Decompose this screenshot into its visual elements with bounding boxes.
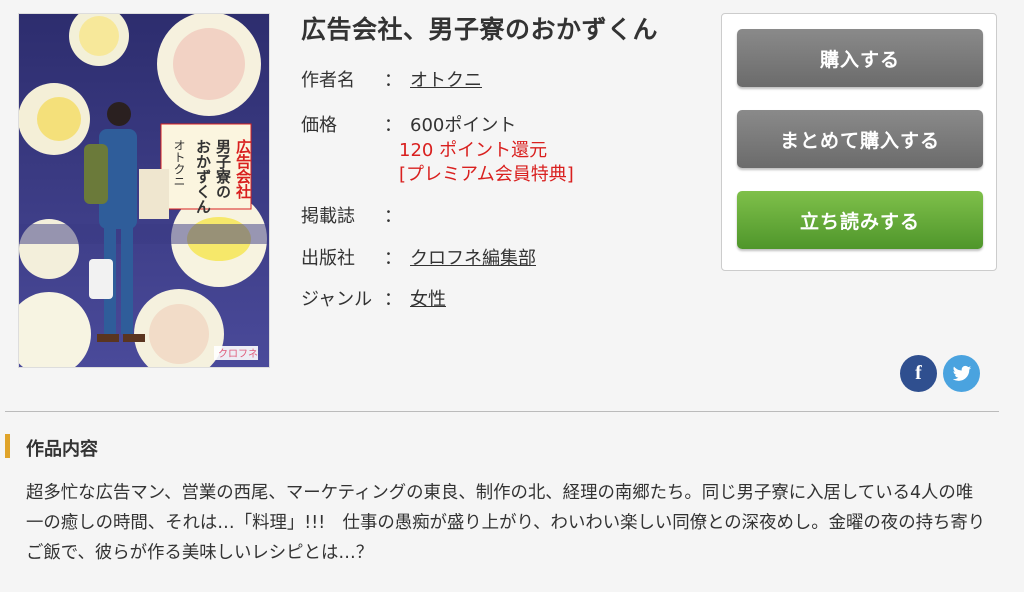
buy-button[interactable]: 購入する (737, 29, 983, 87)
author-link[interactable]: オトクニ (410, 66, 482, 92)
svg-text:オトクニ: オトクニ (172, 139, 186, 187)
preview-button[interactable]: 立ち読みする (737, 191, 983, 249)
premium-benefit: [プレミアム会員特典] (399, 164, 574, 185)
bulk-buy-button[interactable]: まとめて購入する (737, 110, 983, 168)
book-cover-image[interactable]: 広告会社 男子寮の おかずくん オトクニ クロフネ (7, 6, 270, 379)
svg-text:男子寮の: 男子寮の (214, 139, 232, 199)
separator: ： (384, 70, 402, 91)
separator: ： (384, 115, 402, 136)
magazine-label: 掲載誌 (301, 206, 355, 227)
separator: ： (384, 206, 402, 227)
svg-text:クロフネ: クロフネ (218, 348, 258, 360)
section-accent-bar (5, 434, 10, 458)
book-title: 広告会社、男子寮のおかずくん (301, 15, 659, 44)
divider (5, 411, 999, 412)
section-title: 作品内容 (26, 439, 98, 460)
twitter-bird-icon (952, 365, 971, 381)
genre-link[interactable]: 女性 (410, 285, 446, 311)
price-value: 600ポイント (410, 115, 517, 136)
cover-illustration: 広告会社 男子寮の おかずくん オトクニ クロフネ (7, 6, 269, 379)
publisher-label: 出版社 (301, 248, 355, 269)
points-back: 120 ポイント還元 (399, 140, 548, 161)
book-description: 超多忙な広告マン、営業の西尾、マーケティングの東良、制作の北、経理の南郷たち。同… (26, 483, 986, 563)
separator: ： (384, 289, 402, 310)
facebook-share-icon[interactable]: f (900, 355, 937, 392)
price-label: 価格 (301, 115, 337, 136)
author-label: 作者名 (301, 70, 355, 91)
publisher-link[interactable]: クロフネ編集部 (410, 244, 536, 270)
purchase-panel: 購入する まとめて購入する 立ち読みする (721, 13, 997, 271)
twitter-share-icon[interactable] (943, 355, 980, 392)
genre-label: ジャンル (301, 289, 373, 310)
svg-text:広告会社: 広告会社 (234, 138, 252, 200)
separator: ： (384, 248, 402, 269)
svg-text:おかずくん: おかずくん (194, 139, 212, 214)
